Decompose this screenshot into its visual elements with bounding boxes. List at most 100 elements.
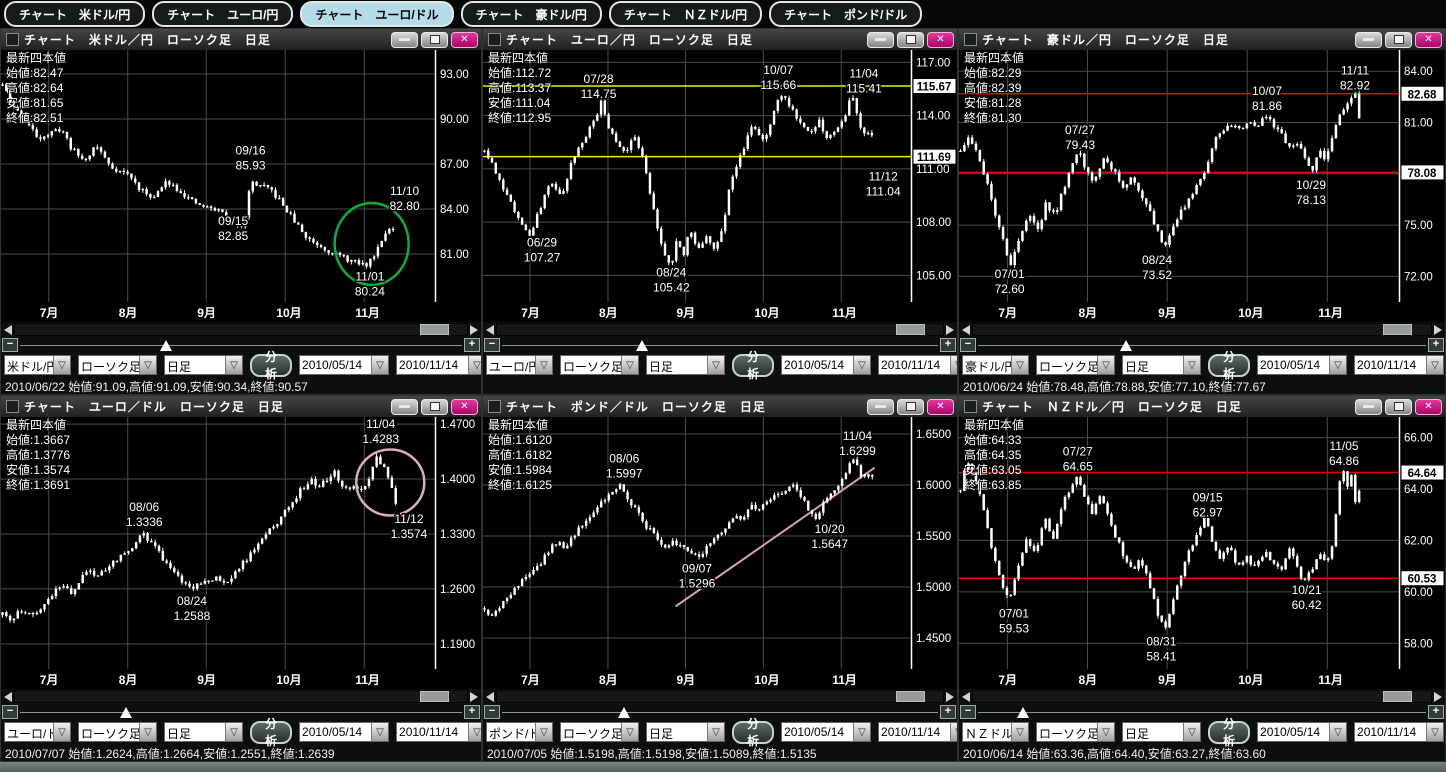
- scrollbar-thumb[interactable]: [420, 691, 449, 702]
- scrollbar-track[interactable]: [496, 323, 944, 336]
- dropdown-arrow-icon[interactable]: ▽: [225, 723, 242, 741]
- chart-tab[interactable]: チャート 豪ドル/円: [461, 1, 602, 27]
- zoom-slider-thumb[interactable]: [1120, 340, 1132, 351]
- minimize-button[interactable]: [867, 32, 894, 48]
- dropdown-arrow-icon[interactable]: ▽: [468, 723, 482, 741]
- date-from-select[interactable]: 2010/05/14▽: [1257, 355, 1347, 375]
- period-select[interactable]: 日足▽: [646, 722, 725, 742]
- scroll-right-arrow-icon[interactable]: [470, 325, 478, 335]
- chart-tab[interactable]: チャート ユーロ/ドル: [300, 1, 453, 27]
- zoom-slider-thumb[interactable]: [160, 340, 172, 351]
- dropdown-arrow-icon[interactable]: ▽: [621, 723, 638, 741]
- dropdown-arrow-icon[interactable]: ▽: [535, 723, 552, 741]
- zoom-slider-track[interactable]: [20, 338, 462, 352]
- dropdown-arrow-icon[interactable]: ▽: [1426, 356, 1443, 374]
- chart-tab[interactable]: チャート ポンド/ドル: [769, 1, 922, 27]
- dropdown-arrow-icon[interactable]: ▽: [371, 723, 388, 741]
- scroll-left-arrow-icon[interactable]: [962, 325, 970, 335]
- zoom-out-button[interactable]: −: [2, 705, 18, 719]
- dropdown-arrow-icon[interactable]: ▽: [53, 723, 70, 741]
- dropdown-arrow-icon[interactable]: ▽: [1011, 356, 1028, 374]
- dropdown-arrow-icon[interactable]: ▽: [225, 356, 242, 374]
- zoom-slider-track[interactable]: [20, 705, 462, 719]
- period-select[interactable]: 日足▽: [646, 355, 725, 375]
- pair-select[interactable]: 豪ドル/円▽: [962, 355, 1029, 375]
- zoom-slider-thumb[interactable]: [636, 340, 648, 351]
- zoom-in-button[interactable]: +: [464, 338, 480, 352]
- scroll-left-arrow-icon[interactable]: [962, 692, 970, 702]
- scrollbar-thumb[interactable]: [896, 691, 925, 702]
- zoom-slider[interactable]: − +: [483, 704, 957, 719]
- candlestick-chart[interactable]: 1.65001.60001.55001.50001.450008/061.599…: [483, 417, 957, 669]
- chart-scrollbar[interactable]: [959, 689, 1445, 704]
- chart-tab[interactable]: チャート 米ドル/円: [4, 1, 145, 27]
- dropdown-arrow-icon[interactable]: ▽: [535, 356, 552, 374]
- window-menu-icon[interactable]: [964, 400, 977, 413]
- pair-select[interactable]: ユーロ/ドル▽: [4, 722, 71, 742]
- dropdown-arrow-icon[interactable]: ▽: [621, 356, 638, 374]
- minimize-button[interactable]: [1355, 32, 1382, 48]
- minimize-button[interactable]: [1355, 399, 1382, 415]
- date-to-select[interactable]: 2010/11/14▽: [878, 722, 958, 742]
- dropdown-arrow-icon[interactable]: ▽: [950, 723, 958, 741]
- chart-scrollbar[interactable]: [483, 322, 957, 337]
- dropdown-arrow-icon[interactable]: ▽: [139, 356, 156, 374]
- scrollbar-thumb[interactable]: [1383, 324, 1412, 335]
- candlestick-chart[interactable]: 1.47001.40001.33001.26001.190008/061.333…: [1, 417, 481, 669]
- scroll-right-arrow-icon[interactable]: [946, 692, 954, 702]
- scroll-right-arrow-icon[interactable]: [470, 692, 478, 702]
- minimize-button[interactable]: [867, 399, 894, 415]
- scroll-right-arrow-icon[interactable]: [946, 325, 954, 335]
- maximize-button[interactable]: [1385, 32, 1412, 48]
- candlestick-chart[interactable]: 93.0090.0087.0084.0081.0009/1685.9309/15…: [1, 50, 481, 302]
- window-menu-icon[interactable]: [6, 33, 19, 46]
- analyze-button[interactable]: 分析: [250, 354, 292, 377]
- zoom-slider-track[interactable]: [978, 338, 1426, 352]
- dropdown-arrow-icon[interactable]: ▽: [1329, 356, 1346, 374]
- date-to-select[interactable]: 2010/11/14▽: [878, 355, 958, 375]
- window-titlebar[interactable]: チャート 米ドル／円 ローソク足 日足 ✕: [1, 29, 481, 50]
- scrollbar-track[interactable]: [972, 690, 1432, 703]
- zoom-out-button[interactable]: −: [2, 338, 18, 352]
- scrollbar-track[interactable]: [14, 323, 468, 336]
- chart-tab[interactable]: チャート ＮＺドル/円: [609, 1, 762, 27]
- dropdown-arrow-icon[interactable]: ▽: [707, 356, 724, 374]
- dropdown-arrow-icon[interactable]: ▽: [1097, 723, 1114, 741]
- chart-scrollbar[interactable]: [1, 689, 481, 704]
- dropdown-arrow-icon[interactable]: ▽: [1183, 356, 1200, 374]
- window-menu-icon[interactable]: [6, 400, 19, 413]
- window-titlebar[interactable]: チャート 豪ドル／円 ローソク足 日足 ✕: [959, 29, 1445, 50]
- period-select[interactable]: 日足▽: [1122, 355, 1201, 375]
- zoom-out-button[interactable]: −: [484, 705, 500, 719]
- dropdown-arrow-icon[interactable]: ▽: [1329, 723, 1346, 741]
- zoom-slider[interactable]: − +: [1, 337, 481, 352]
- maximize-button[interactable]: [421, 32, 448, 48]
- chart-scrollbar[interactable]: [1, 322, 481, 337]
- minimize-button[interactable]: [391, 399, 418, 415]
- candlestick-chart[interactable]: 66.0064.0062.0060.0058.0064.6460.5307/27…: [959, 417, 1445, 669]
- scrollbar-track[interactable]: [972, 323, 1432, 336]
- window-menu-icon[interactable]: [964, 33, 977, 46]
- maximize-button[interactable]: [897, 399, 924, 415]
- zoom-in-button[interactable]: +: [1428, 705, 1444, 719]
- scroll-right-arrow-icon[interactable]: [1434, 692, 1442, 702]
- analyze-button[interactable]: 分析: [1208, 721, 1250, 744]
- zoom-in-button[interactable]: +: [940, 705, 956, 719]
- minimize-button[interactable]: [391, 32, 418, 48]
- chart-scrollbar[interactable]: [959, 322, 1445, 337]
- date-from-select[interactable]: 2010/05/14▽: [781, 722, 871, 742]
- date-from-select[interactable]: 2010/05/14▽: [299, 355, 389, 375]
- scroll-left-arrow-icon[interactable]: [4, 325, 12, 335]
- zoom-in-button[interactable]: +: [940, 338, 956, 352]
- window-menu-icon[interactable]: [488, 400, 501, 413]
- scrollbar-thumb[interactable]: [896, 324, 925, 335]
- pair-select[interactable]: ポンド/ドル▽: [486, 722, 553, 742]
- scrollbar-thumb[interactable]: [420, 324, 449, 335]
- zoom-slider-track[interactable]: [502, 705, 938, 719]
- window-titlebar[interactable]: チャート ポンド／ドル ローソク足 日足 ✕: [483, 396, 957, 417]
- dropdown-arrow-icon[interactable]: ▽: [707, 723, 724, 741]
- date-to-select[interactable]: 2010/11/14▽: [396, 722, 482, 742]
- scrollbar-thumb[interactable]: [1383, 691, 1412, 702]
- scrollbar-track[interactable]: [496, 690, 944, 703]
- dropdown-arrow-icon[interactable]: ▽: [1011, 723, 1028, 741]
